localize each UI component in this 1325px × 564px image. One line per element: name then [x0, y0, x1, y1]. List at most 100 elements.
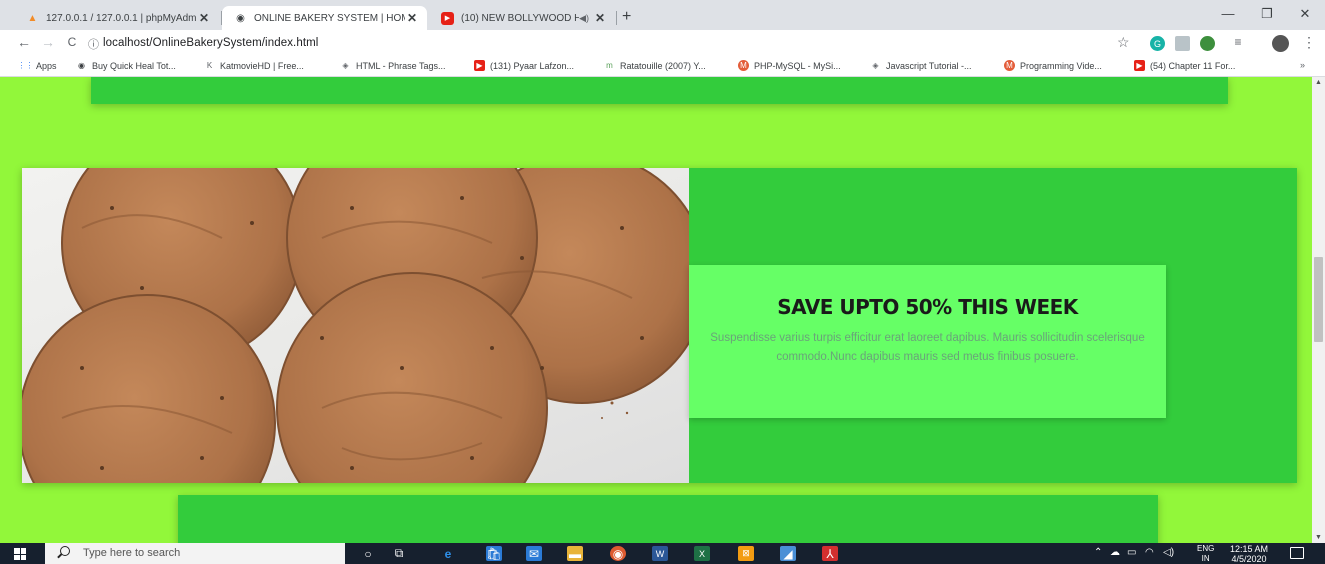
- close-tab-icon[interactable]: ✕: [593, 11, 607, 25]
- bookmark-label: KatmovieHD | Free...: [220, 60, 304, 71]
- page-viewport: SAVE UPTO 50% THIS WEEK Suspendisse vari…: [0, 77, 1312, 543]
- bookmark-apps[interactable]: ⋮⋮ Apps: [17, 60, 57, 71]
- back-button[interactable]: ←: [14, 34, 34, 50]
- task-view-icon[interactable]: ⧉: [391, 546, 407, 561]
- globe-icon: ◉: [78, 61, 85, 70]
- phpmyadmin-icon: ▲: [27, 12, 38, 24]
- notification-center-icon[interactable]: [1290, 547, 1304, 559]
- minimize-button[interactable]: —: [1218, 6, 1238, 21]
- speaker-icon[interactable]: ◀): [579, 13, 589, 24]
- apps-grid-icon: ⋮⋮: [17, 61, 34, 70]
- tab-title: (10) NEW BOLLYWOOD HINDI: [461, 12, 580, 24]
- close-tab-icon[interactable]: ✕: [405, 11, 419, 25]
- tutorial-site-icon: M: [738, 60, 749, 71]
- search-icon: [60, 546, 70, 556]
- bookmark-item[interactable]: ◈ Javascript Tutorial -...: [870, 60, 971, 71]
- mail-icon[interactable]: ✉: [526, 546, 542, 561]
- profile-avatar[interactable]: [1272, 35, 1289, 52]
- scrollbar-thumb[interactable]: [1314, 257, 1323, 342]
- new-tab-button[interactable]: +: [622, 9, 631, 25]
- acrobat-icon[interactable]: ⅄: [822, 546, 838, 561]
- address-bar[interactable]: localhost/OnlineBakerySystem/index.html: [103, 37, 318, 49]
- store-icon[interactable]: 🛍: [486, 546, 502, 561]
- browser-toolbar: ← → C ⓘ localhost/OnlineBakerySystem/ind…: [0, 30, 1325, 57]
- excel-icon[interactable]: X: [694, 546, 710, 561]
- html-tutorial-icon: ◈: [872, 61, 879, 70]
- tab-separator: [616, 11, 617, 25]
- bookmark-item[interactable]: K KatmovieHD | Free...: [204, 60, 304, 71]
- tab-strip: ▲ 127.0.0.1 / 127.0.0.1 | phpMyAdmin ✕ ◉…: [0, 0, 1325, 30]
- tray-volume-icon[interactable]: ◁): [1163, 547, 1174, 558]
- taskbar-search-box[interactable]: Type here to search: [45, 543, 345, 564]
- biscuits-photo: [22, 168, 689, 483]
- windows-start-icon[interactable]: [14, 548, 26, 560]
- edge-icon[interactable]: e: [440, 546, 456, 561]
- tray-network-icon[interactable]: ☁: [1110, 547, 1120, 558]
- bookmarks-bar: ⋮⋮ Apps ◉ Buy Quick Heal Tot... K Katmov…: [0, 57, 1325, 77]
- page-scrollbar[interactable]: ▲ ▼: [1312, 77, 1325, 543]
- app-icon[interactable]: ◢: [780, 546, 796, 561]
- youtube-icon: ▶: [1134, 60, 1145, 71]
- bookmark-item[interactable]: m Ratatouille (2007) Y...: [604, 60, 706, 71]
- content-band-bottom: [178, 495, 1158, 543]
- extension-icon[interactable]: [1200, 36, 1215, 51]
- movie-site-icon: m: [606, 61, 613, 70]
- file-explorer-icon[interactable]: ▬: [567, 546, 583, 561]
- tab-title: 127.0.0.1 / 127.0.0.1 | phpMyAdmin: [46, 12, 197, 24]
- bookmark-item[interactable]: M PHP-MySQL - MySi...: [738, 60, 841, 71]
- language-code: ENG: [1197, 544, 1215, 553]
- content-band-top: [91, 77, 1228, 104]
- windows-taskbar: Type here to search ○ ⧉ e 🛍 ✉ ▬ ◉ W X ⊠ …: [0, 543, 1325, 564]
- reload-button[interactable]: C: [62, 35, 82, 49]
- language-indicator[interactable]: ENG IN: [1197, 544, 1214, 564]
- tab-youtube[interactable]: ▶ (10) NEW BOLLYWOOD HINDI ◀) ✕: [429, 6, 615, 30]
- close-tab-icon[interactable]: ✕: [197, 11, 211, 25]
- bookmark-item[interactable]: M Programming Vide...: [1004, 60, 1102, 71]
- reading-list-icon[interactable]: ≡: [1228, 35, 1248, 49]
- close-window-button[interactable]: ✕: [1295, 6, 1315, 22]
- tab-phpmyadmin[interactable]: ▲ 127.0.0.1 / 127.0.0.1 | phpMyAdmin ✕: [14, 6, 219, 30]
- scroll-up-arrow-icon[interactable]: ▲: [1312, 79, 1325, 86]
- word-icon[interactable]: W: [652, 546, 668, 561]
- clock-time: 12:15 AM: [1230, 544, 1269, 554]
- tab-online-bakery[interactable]: ◉ ONLINE BAKERY SYSTEM | HOME ✕: [222, 6, 427, 30]
- youtube-icon: ▶: [474, 60, 485, 71]
- bookmark-label: Ratatouille (2007) Y...: [620, 60, 706, 71]
- xampp-icon[interactable]: ⊠: [738, 546, 754, 561]
- bookmark-label: (131) Pyaar Lafzon...: [490, 60, 575, 71]
- bookmark-label: Buy Quick Heal Tot...: [92, 60, 176, 71]
- tray-wifi-icon[interactable]: ◠: [1145, 547, 1154, 558]
- tray-chevron-icon[interactable]: ⌃: [1094, 547, 1102, 558]
- tray-battery-icon[interactable]: ▭: [1127, 547, 1136, 558]
- cortana-icon[interactable]: ○: [360, 546, 376, 561]
- tutorial-site-icon: M: [1004, 60, 1015, 71]
- scroll-down-arrow-icon[interactable]: ▼: [1312, 534, 1325, 541]
- taskbar-clock[interactable]: 12:15 AM 4/5/2020: [1230, 544, 1268, 564]
- menu-icon[interactable]: ⋮: [1302, 34, 1316, 51]
- biscuits-image: [22, 168, 689, 483]
- offer-title: SAVE UPTO 50% THIS WEEK: [777, 295, 1078, 319]
- grammarly-extension-icon[interactable]: G: [1150, 36, 1165, 51]
- bookmark-label: Programming Vide...: [1020, 60, 1102, 71]
- extension-icon[interactable]: [1175, 36, 1190, 51]
- bookmark-label: HTML - Phrase Tags...: [356, 60, 446, 71]
- bookmark-item[interactable]: ◉ Buy Quick Heal Tot...: [76, 60, 176, 71]
- globe-icon: ◉: [236, 12, 245, 24]
- offer-card: SAVE UPTO 50% THIS WEEK Suspendisse vari…: [689, 265, 1166, 418]
- offer-description: Suspendisse varius turpis efficitur erat…: [710, 332, 1145, 363]
- forward-button[interactable]: →: [38, 34, 58, 50]
- html-tutorial-icon: ◈: [342, 61, 349, 70]
- bookmark-label: Apps: [36, 60, 57, 71]
- region-code: IN: [1201, 554, 1210, 563]
- restore-button[interactable]: ❐: [1257, 6, 1277, 22]
- site-info-icon[interactable]: ⓘ: [88, 36, 99, 52]
- katmovie-icon: K: [206, 61, 213, 70]
- more-bookmarks-icon[interactable]: »: [1300, 60, 1305, 70]
- search-placeholder: Type here to search: [83, 547, 181, 559]
- clock-date: 4/5/2020: [1231, 554, 1267, 564]
- bookmark-item[interactable]: ◈ HTML - Phrase Tags...: [340, 60, 446, 71]
- bookmark-item[interactable]: ▶ (131) Pyaar Lafzon...: [474, 60, 574, 71]
- bookmark-item[interactable]: ▶ (54) Chapter 11 For...: [1134, 60, 1235, 71]
- bookmark-star-icon[interactable]: ☆: [1117, 34, 1130, 51]
- chrome-icon[interactable]: ◉: [610, 546, 626, 561]
